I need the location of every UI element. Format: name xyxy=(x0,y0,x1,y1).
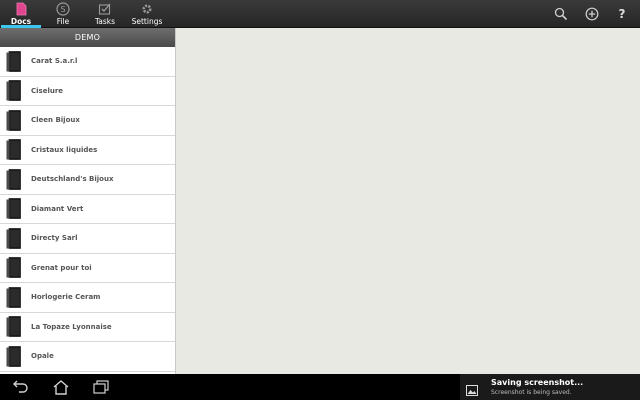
action-bar: Docs S File Tasks Settings ? xyxy=(0,0,640,28)
document-icon xyxy=(6,316,21,338)
screenshot-notification[interactable]: Saving screenshot... Screenshot is being… xyxy=(460,374,640,400)
recent-apps-icon[interactable] xyxy=(91,379,111,395)
tasks-icon xyxy=(97,1,113,16)
list-item[interactable]: Carat S.a.r.l xyxy=(0,47,175,77)
list-item-label: Deutschland's Bijoux xyxy=(31,175,114,184)
list-item-label: Cleen Bijoux xyxy=(31,116,80,125)
list-item[interactable]: Grenat pour toi xyxy=(0,253,175,283)
list-item[interactable]: Directy Sarl xyxy=(0,224,175,254)
list-item-label: Ciselure xyxy=(31,86,64,95)
list-item-label: La Topaze Lyonnaise xyxy=(31,322,112,331)
list-item-label: Cristaux liquides xyxy=(31,145,98,154)
document-icon xyxy=(6,109,21,131)
notification-title: Saving screenshot... xyxy=(491,378,584,387)
file-icon: S xyxy=(55,1,71,16)
tab-label: Settings xyxy=(131,17,163,26)
list-item[interactable]: Horlogerie Ceram xyxy=(0,283,175,313)
help-icon[interactable]: ? xyxy=(614,6,630,22)
tab-file[interactable]: S File xyxy=(44,0,82,28)
list-item-label: Carat S.a.r.l xyxy=(31,57,78,66)
detail-area xyxy=(177,28,640,374)
list-item[interactable]: Cleen Bijoux xyxy=(0,106,175,136)
list-item[interactable]: Diamant Vert xyxy=(0,194,175,224)
list-item-label: Diamant Vert xyxy=(31,204,84,213)
document-icon xyxy=(6,286,21,308)
home-icon[interactable] xyxy=(51,379,71,395)
documents-panel: DEMO Carat S.a.r.l Ciselure Cleen Bijoux Cr… xyxy=(0,28,176,374)
list-item-label: Directy Sarl xyxy=(31,234,78,243)
settings-icon xyxy=(139,1,155,16)
document-icon xyxy=(6,50,21,72)
list-item[interactable]: Deutschland's Bijoux xyxy=(0,165,175,195)
list-item[interactable]: Opale xyxy=(0,342,175,372)
list-item[interactable]: La Topaze Lyonnaise xyxy=(0,312,175,342)
docs-icon xyxy=(13,1,29,16)
list-item[interactable]: Cristaux liquides xyxy=(0,135,175,165)
image-icon xyxy=(466,381,478,396)
document-icon xyxy=(6,198,21,220)
document-icon xyxy=(6,257,21,279)
add-icon[interactable] xyxy=(584,6,600,22)
document-icon xyxy=(6,345,21,367)
tab-settings[interactable]: Settings xyxy=(128,0,166,28)
notification-subtitle: Screenshot is being saved. xyxy=(491,389,572,396)
tab-docs[interactable]: Docs xyxy=(1,0,41,28)
list-item[interactable]: Ciselure xyxy=(0,76,175,106)
tab-label: Tasks xyxy=(94,17,116,26)
document-icon xyxy=(6,168,21,190)
list-item-label: Grenat pour toi xyxy=(31,263,92,272)
document-list: Carat S.a.r.l Ciselure Cleen Bijoux Cristau… xyxy=(0,47,175,372)
search-icon[interactable] xyxy=(553,6,569,22)
back-icon[interactable] xyxy=(10,379,30,395)
document-icon xyxy=(6,139,21,161)
panel-header: DEMO xyxy=(0,28,175,47)
list-item-label: Opale xyxy=(31,352,54,361)
tab-label: File xyxy=(56,17,70,26)
svg-text:S: S xyxy=(60,5,65,14)
document-icon xyxy=(6,80,21,102)
document-icon xyxy=(6,227,21,249)
list-item-label: Horlogerie Ceram xyxy=(31,293,101,302)
tab-tasks[interactable]: Tasks xyxy=(86,0,124,28)
